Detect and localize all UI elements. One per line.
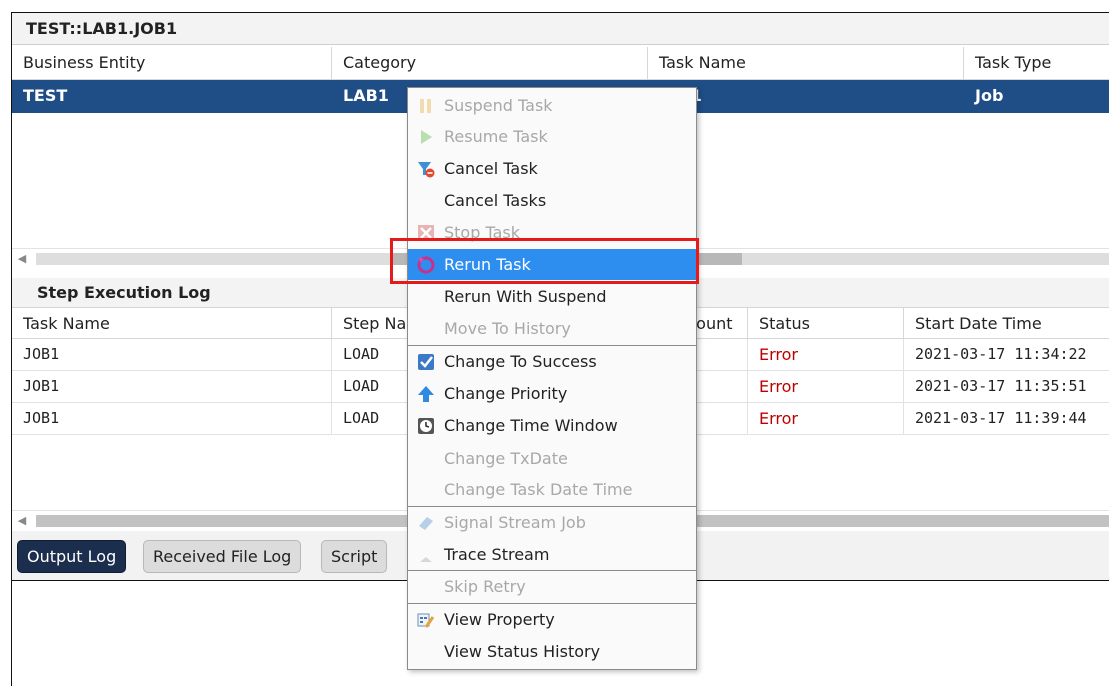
clock-icon (418, 418, 434, 434)
task-cell-task-type: Job (975, 86, 1004, 105)
highlight-annotation (390, 238, 699, 284)
menu-item-change-task-date-time: Change Task Date Time (408, 474, 696, 505)
log-cell-start-date-time: 2021-03-17 11:35:51 (904, 371, 1109, 403)
col-header-business-entity[interactable]: Business Entity (12, 47, 332, 80)
log-cell-task-name: JOB1 (12, 371, 332, 403)
menu-item-cancel-tasks[interactable]: Cancel Tasks (408, 185, 696, 216)
col-header-task-type[interactable]: Task Type (964, 47, 1109, 80)
play-icon (421, 130, 432, 144)
signal-icon (419, 517, 433, 530)
log-cell-start-date-time: 2021-03-17 11:34:22 (904, 339, 1109, 371)
menu-item-label: Cancel Task (444, 159, 538, 178)
log-cell-task-name: JOB1 (12, 339, 332, 371)
trace-icon (420, 557, 432, 562)
menu-item-view-status-history[interactable]: View Status History (408, 636, 696, 667)
col-header-category[interactable]: Category (332, 47, 648, 80)
arrow-up-icon (418, 386, 434, 402)
menu-item-change-to-success[interactable]: Change To Success (408, 346, 696, 377)
log-cell-task-name: JOB1 (12, 403, 332, 435)
menu-item-label: Change Priority (444, 384, 568, 403)
menu-item-label: Resume Task (444, 127, 548, 146)
tab-output-log[interactable]: Output Log (17, 540, 127, 573)
cancel-filter-icon (418, 162, 435, 178)
menu-item-label: Change To Success (444, 352, 597, 371)
menu-item-label: Change Task Date Time (444, 480, 633, 499)
menu-item-label: Trace Stream (444, 545, 550, 564)
menu-item-label: Rerun With Suspend (444, 287, 607, 306)
log-cell-start-date-time: 2021-03-17 11:39:44 (904, 403, 1109, 435)
task-context-menu: Suspend Task Resume Task Cancel Task Can… (407, 87, 697, 670)
menu-item-suspend-task: Suspend Task (408, 90, 696, 121)
menu-item-label: Skip Retry (444, 577, 526, 596)
menu-item-move-to-history: Move To History (408, 313, 696, 344)
menu-item-resume-task: Resume Task (408, 121, 696, 152)
tab-received-file-log[interactable]: Received File Log (143, 540, 302, 573)
menu-item-change-txdate: Change TxDate (408, 443, 696, 474)
menu-item-label: Change Time Window (444, 416, 618, 435)
pause-icon (420, 99, 431, 113)
menu-item-label: View Status History (444, 642, 601, 661)
menu-item-rerun-with-suspend[interactable]: Rerun With Suspend (408, 281, 696, 312)
menu-item-label: Cancel Tasks (444, 191, 547, 210)
task-cell-business-entity: TEST (23, 86, 68, 105)
log-cell-status: Error (748, 339, 904, 371)
menu-item-label: View Property (444, 610, 555, 629)
log-header-task-name[interactable]: Task Name (12, 307, 332, 339)
menu-item-change-priority[interactable]: Change Priority (408, 378, 696, 409)
menu-item-signal-stream-job: Signal Stream Job (408, 507, 696, 538)
log-header-start-date-time[interactable]: Start Date Time (904, 307, 1109, 339)
menu-item-label: Signal Stream Job (444, 513, 586, 532)
col-header-task-name[interactable]: Task Name (648, 47, 964, 80)
menu-item-label: Suspend Task (444, 96, 553, 115)
menu-item-view-property[interactable]: View Property (408, 604, 696, 635)
panel-title: TEST::LAB1.JOB1 (12, 13, 1109, 45)
scroll-left-arrow-icon[interactable]: ◀ (15, 513, 29, 529)
tab-script[interactable]: Script (321, 540, 388, 573)
checkbox-checked-icon (418, 354, 434, 370)
menu-item-label: Change TxDate (444, 449, 568, 468)
menu-item-cancel-task[interactable]: Cancel Task (408, 153, 696, 184)
log-cell-status: Error (748, 371, 904, 403)
log-header-status[interactable]: Status (748, 307, 904, 339)
property-icon (417, 613, 435, 628)
menu-item-skip-retry: Skip Retry (408, 571, 696, 602)
menu-item-change-time-window[interactable]: Change Time Window (408, 410, 696, 441)
log-cell-status: Error (748, 403, 904, 435)
menu-item-label: Move To History (444, 319, 571, 338)
scroll-left-arrow-icon[interactable]: ◀ (15, 251, 29, 267)
menu-item-trace-stream[interactable]: Trace Stream (408, 539, 696, 570)
